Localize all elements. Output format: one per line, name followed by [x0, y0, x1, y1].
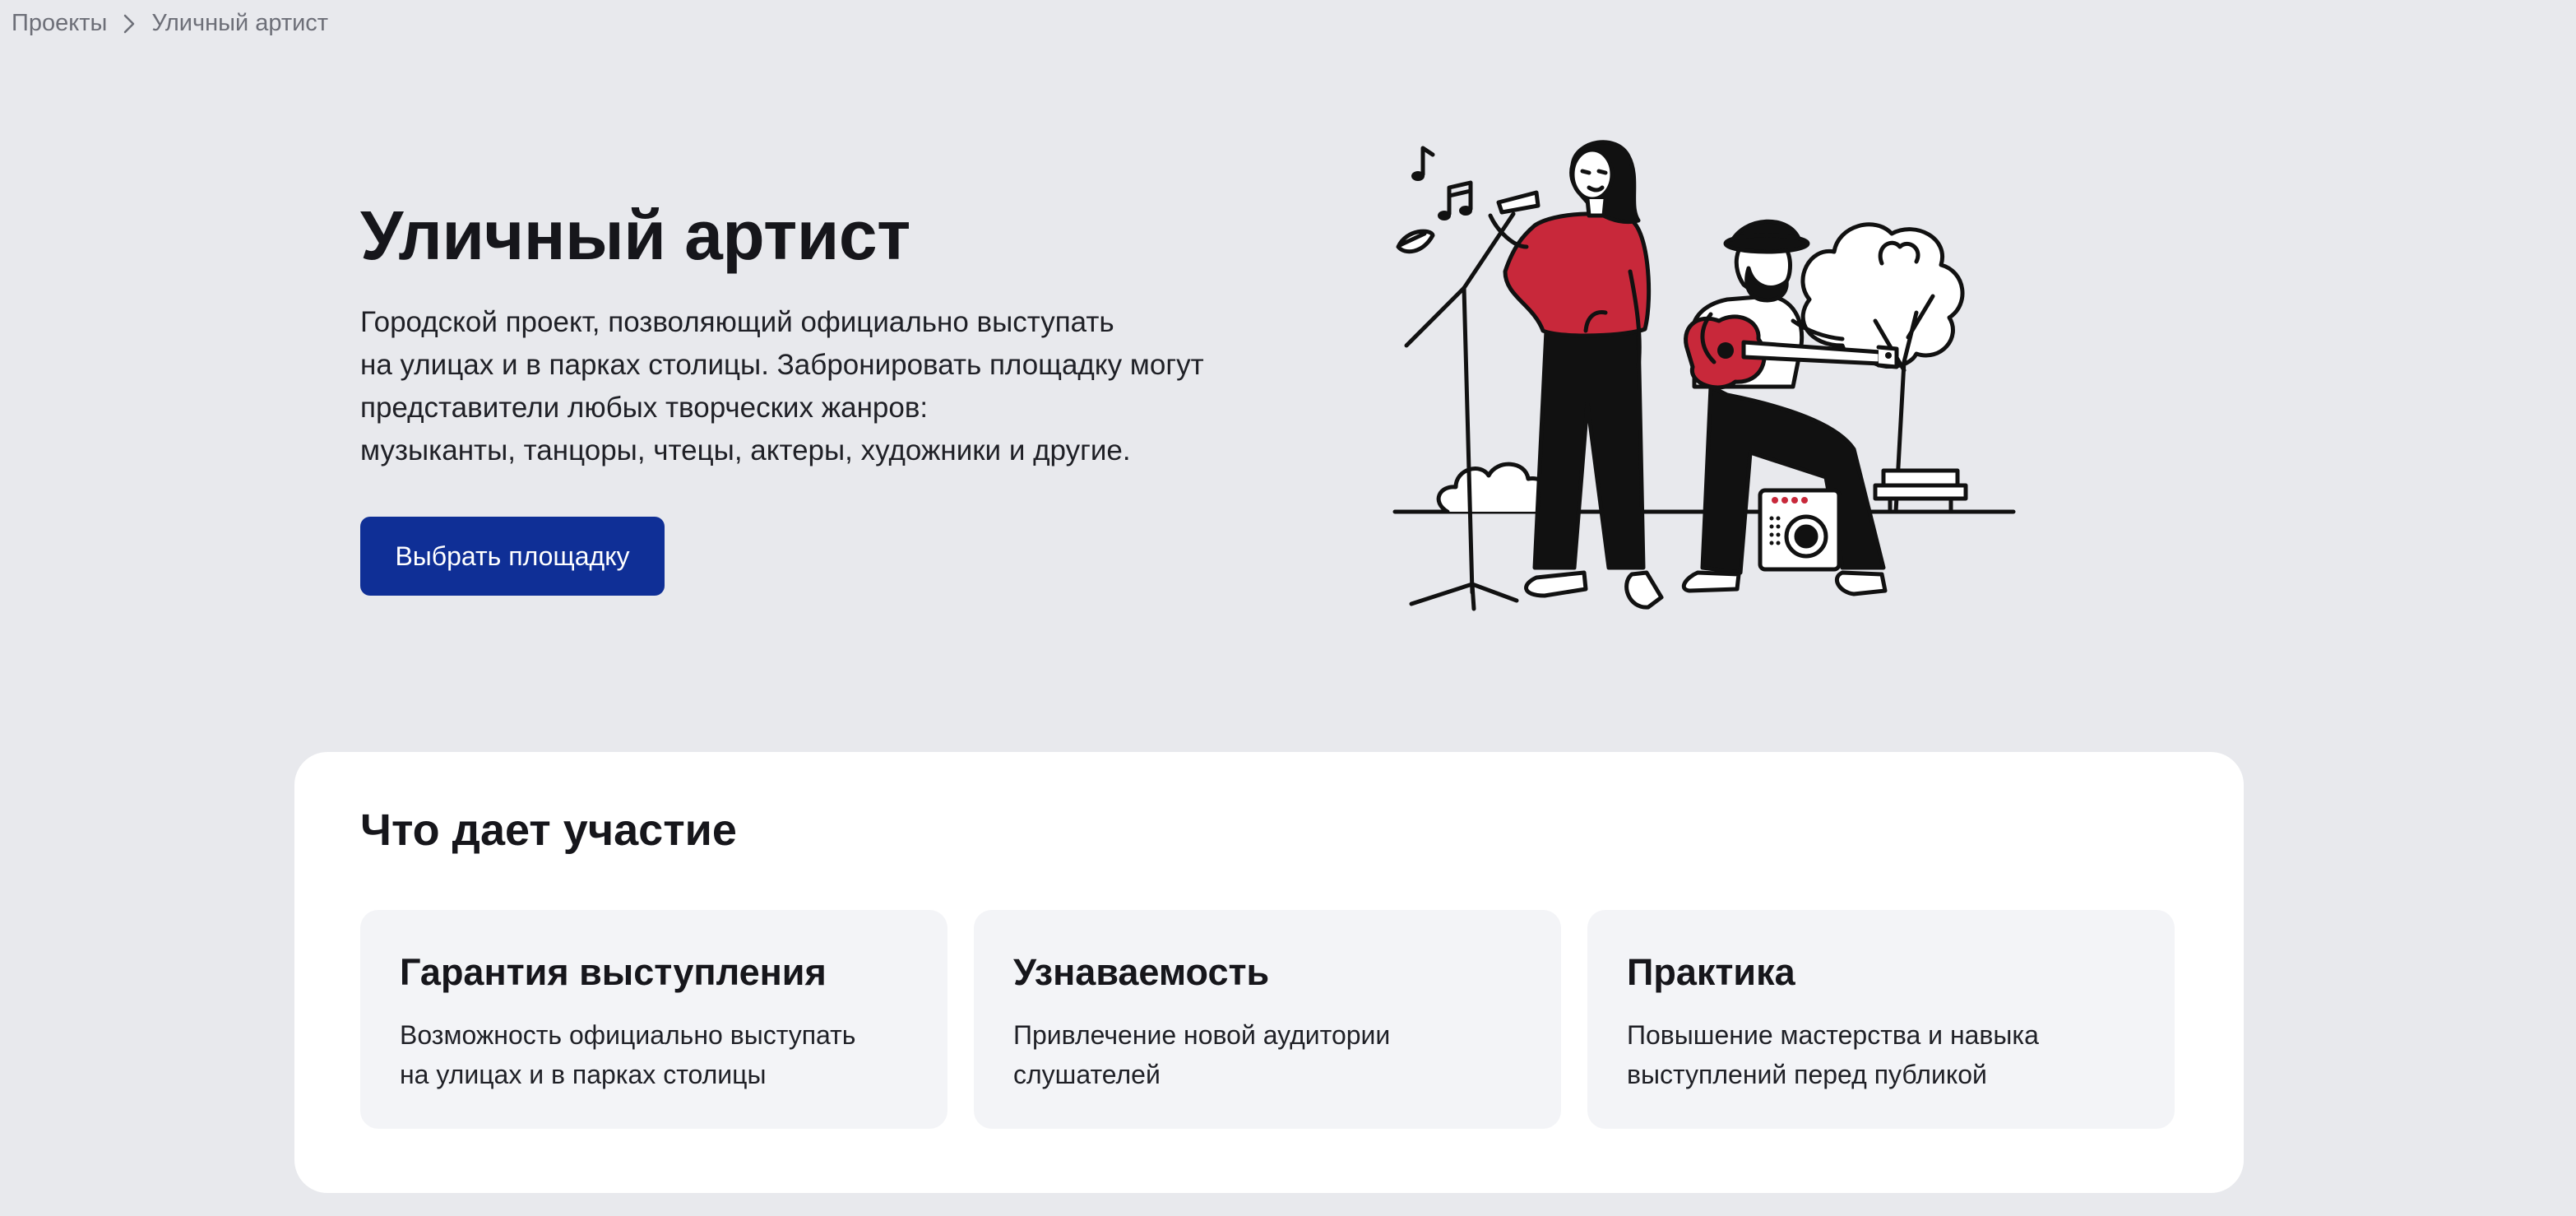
breadcrumb: Проекты Уличный артист — [12, 10, 328, 37]
benefit-title: Узнаваемость — [1013, 951, 1270, 993]
street-musicians-illustration — [1382, 123, 2023, 650]
choose-venue-button[interactable]: Выбрать площадку — [360, 517, 665, 596]
benefit-tile-guarantee: Гарантия выступления Возможность официал… — [360, 910, 947, 1129]
benefit-tile-recognition: Узнаваемость Привлечение новой аудитории… — [974, 910, 1561, 1129]
benefit-title: Практика — [1627, 951, 1795, 993]
page-title: Уличный артист — [360, 197, 910, 274]
hero-description: Городской проект, позволяющий официально… — [360, 306, 1204, 467]
benefit-tile-practice: Практика Повышение мастерства и навыка в… — [1587, 910, 2175, 1129]
benefit-text: Привлечение новой аудитории слушателей — [1013, 1020, 1391, 1089]
benefit-text: Повышение мастерства и навыка выступлени… — [1627, 1020, 2039, 1089]
benefits-card: Что дает участие Гарантия выступления Во… — [294, 752, 2244, 1193]
breadcrumb-current: Уличный артист — [151, 10, 329, 36]
benefits-title: Что дает участие — [360, 805, 737, 855]
benefit-text: Возможность официально выступать на улиц… — [400, 1020, 856, 1089]
hero-section: Уличный артист Городской проект, позволя… — [360, 197, 1306, 472]
benefit-title: Гарантия выступления — [400, 951, 827, 993]
benefit-tiles: Гарантия выступления Возможность официал… — [360, 910, 2175, 1129]
breadcrumb-link-projects[interactable]: Проекты — [12, 10, 107, 37]
chevron-right-icon — [123, 14, 135, 34]
